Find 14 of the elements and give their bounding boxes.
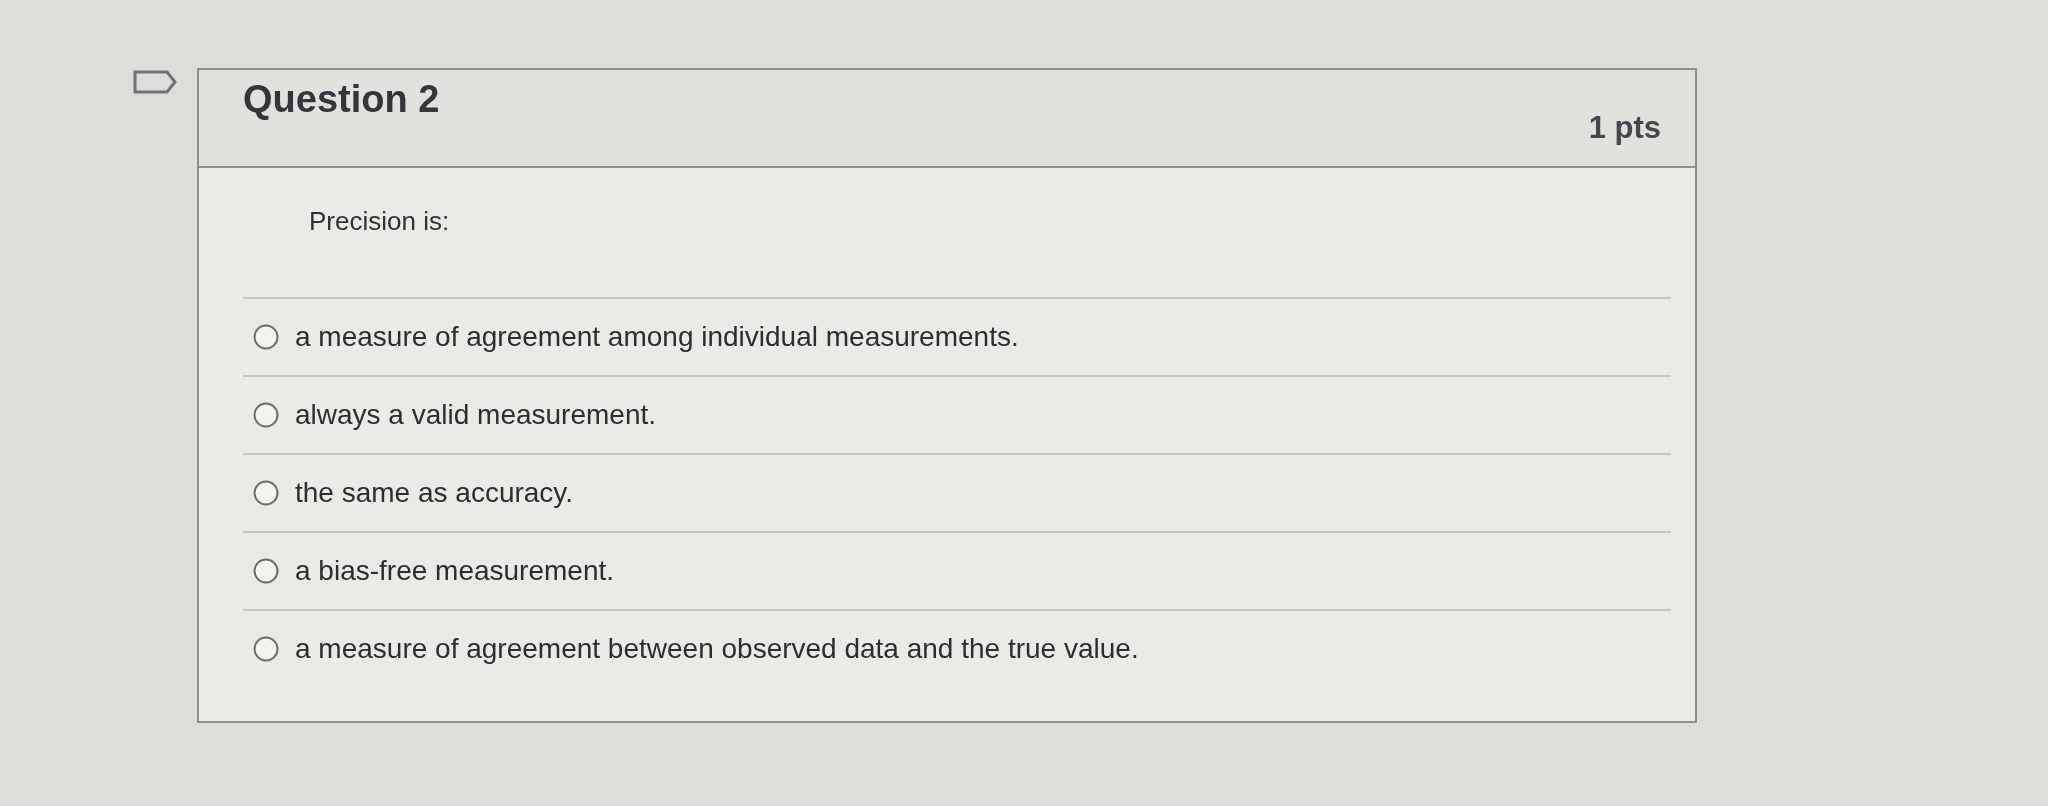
answer-label[interactable]: a bias-free measurement. bbox=[295, 555, 615, 587]
answer-label[interactable]: the same as accuracy. bbox=[295, 477, 574, 509]
answer-label[interactable]: always a valid measurement. bbox=[295, 399, 657, 431]
radio-button[interactable] bbox=[253, 558, 279, 584]
radio-button[interactable] bbox=[253, 324, 279, 350]
radio-button[interactable] bbox=[253, 480, 279, 506]
radio-button[interactable] bbox=[253, 636, 279, 662]
answer-label[interactable]: a measure of agreement among individual measurements. bbox=[295, 321, 1019, 353]
answer-label[interactable]: a measure of agreement between observed data and the true value. bbox=[295, 633, 1139, 665]
flag-icon[interactable] bbox=[133, 70, 177, 94]
radio-button[interactable] bbox=[253, 402, 279, 428]
question-prompt: Precision is: bbox=[309, 206, 450, 237]
points-label: 1 pts bbox=[1588, 110, 1661, 146]
question-title: Question 2 bbox=[243, 78, 440, 122]
